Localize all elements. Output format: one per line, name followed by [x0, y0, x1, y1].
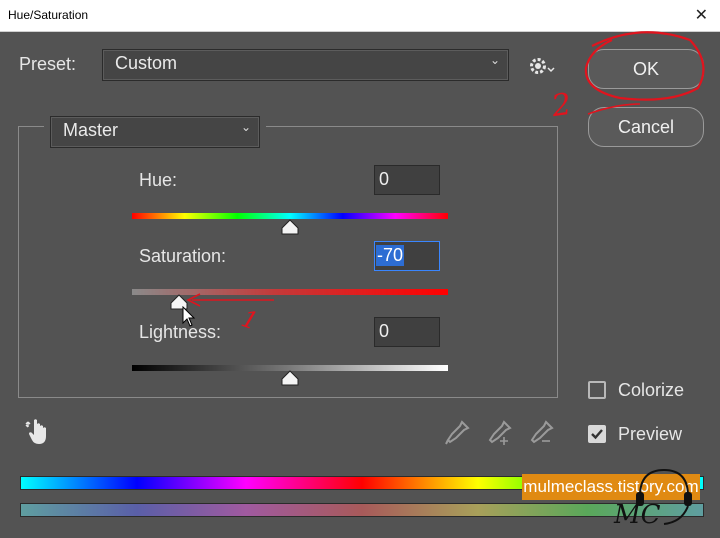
output-spectrum-bar	[20, 503, 704, 517]
cancel-button[interactable]: Cancel	[588, 107, 704, 147]
hand-adjust-icon[interactable]	[25, 418, 51, 450]
close-icon[interactable]: ✕	[695, 6, 708, 24]
preview-checkbox[interactable]	[588, 425, 606, 443]
preview-label: Preview	[618, 424, 683, 444]
check-icon	[591, 429, 603, 440]
hue-value: 0	[379, 169, 390, 189]
hue-saturation-dialog: Hue/Saturation ✕ Preset: Custom ⌄ OK Can…	[0, 0, 720, 538]
gear-icon[interactable]	[528, 55, 556, 77]
watermark-logo-text: MC	[614, 500, 661, 530]
adjustment-panel	[18, 126, 558, 398]
channel-value: Master	[63, 120, 119, 140]
lightness-input[interactable]: 0	[374, 317, 440, 347]
hue-slider-thumb[interactable]	[281, 219, 299, 235]
chevron-down-icon: ⌄	[240, 120, 251, 134]
lightness-slider-thumb[interactable]	[281, 370, 299, 386]
channel-dropdown[interactable]: Master ⌄	[50, 116, 260, 148]
hue-input[interactable]: 0	[374, 165, 440, 195]
preset-value: Custom	[115, 53, 178, 73]
preset-label: Preset:	[19, 54, 77, 74]
chevron-down-icon: ⌄	[489, 53, 500, 67]
colorize-label: Colorize	[618, 380, 685, 400]
annotation-step-2: 2	[549, 86, 574, 125]
title-bar: Hue/Saturation ✕	[0, 0, 720, 32]
hue-label: Hue:	[139, 170, 178, 190]
colorize-checkbox[interactable]	[588, 381, 606, 399]
preset-dropdown[interactable]: Custom ⌄	[102, 49, 509, 81]
lightness-value: 0	[379, 321, 390, 341]
saturation-label: Saturation:	[139, 246, 227, 266]
lightness-label: Lightness:	[139, 322, 222, 342]
eyedropper-minus-icon[interactable]	[528, 420, 554, 450]
watermark-logo: MC	[612, 466, 702, 532]
saturation-value: -70	[376, 245, 405, 266]
saturation-input[interactable]: -70	[374, 241, 440, 271]
eyedropper-plus-icon[interactable]	[486, 420, 512, 450]
window-title: Hue/Saturation	[8, 8, 89, 22]
eyedropper-icon[interactable]	[444, 420, 470, 450]
ok-button[interactable]: OK	[588, 49, 704, 89]
